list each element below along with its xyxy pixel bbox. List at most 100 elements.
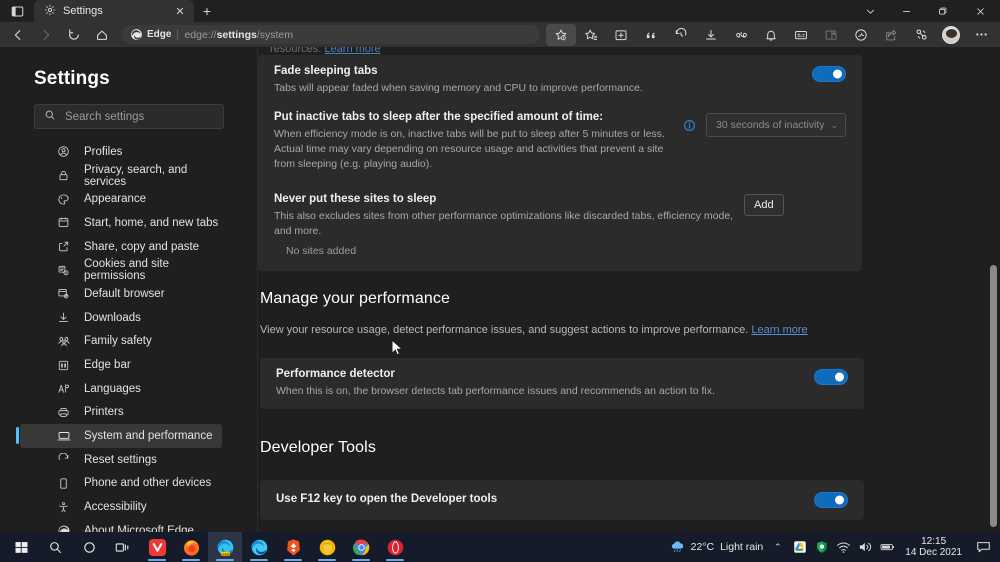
never-sleep-sites-title: Never put these sites to sleep xyxy=(274,193,437,205)
never-sleep-sites-text: Never put these sites to sleep This also… xyxy=(274,192,744,239)
sidebar-item-reset-settings[interactable]: Reset settings xyxy=(20,448,222,472)
notifications-icon[interactable] xyxy=(756,24,786,46)
battery-icon[interactable] xyxy=(880,540,895,555)
system-icon xyxy=(56,429,71,443)
learn-more-link[interactable]: Learn more xyxy=(324,47,380,55)
sidebar-item-profiles[interactable]: Profiles xyxy=(20,140,222,164)
sidebar-item-family-safety[interactable]: Family safety xyxy=(20,330,222,354)
sidebar-item-languages[interactable]: Languages xyxy=(20,377,222,401)
collections-icon[interactable] xyxy=(606,24,636,46)
new-tab-button[interactable]: + xyxy=(194,0,220,22)
cortana-icon[interactable] xyxy=(72,532,106,562)
favorite-star-icon[interactable] xyxy=(546,23,576,46)
fade-sleeping-tabs-toggle[interactable] xyxy=(812,66,846,82)
sidebar-item-label: Reset settings xyxy=(84,453,157,466)
chrome-taskbar-icon[interactable] xyxy=(344,532,378,562)
quote-citations-icon[interactable] xyxy=(636,24,666,46)
manage-performance-learn-more-link[interactable]: Learn more xyxy=(751,324,807,336)
inactive-timeout-select[interactable]: 30 seconds of inactivity ⌄ xyxy=(706,113,846,137)
tab-actions-icon[interactable] xyxy=(0,0,34,22)
sidebar-item-start-home-new-tabs[interactable]: Start, home, and new tabs xyxy=(20,211,222,235)
start-icon[interactable] xyxy=(4,532,38,562)
edge-taskbar-icon[interactable] xyxy=(242,532,276,562)
shield-icon[interactable] xyxy=(814,540,829,555)
add-site-button[interactable]: Add xyxy=(744,194,784,216)
sidebar-item-accessibility[interactable]: Accessibility xyxy=(20,495,222,519)
content-scrollbar[interactable] xyxy=(986,47,1000,532)
sidebar-item-system-and-performance[interactable]: System and performance xyxy=(16,424,222,448)
sidebar-item-label: Family safety xyxy=(84,335,152,348)
volume-icon[interactable] xyxy=(858,540,873,555)
downloads-icon[interactable] xyxy=(696,24,726,46)
download-icon xyxy=(56,311,71,324)
close-window-icon[interactable] xyxy=(960,0,1000,22)
profile-icon xyxy=(56,145,71,158)
tray-overflow-chevron-icon[interactable]: ⌃ xyxy=(770,540,785,555)
fade-sleeping-tabs-title: Fade sleeping tabs xyxy=(274,65,378,77)
address-bar[interactable]: Edge edge://settings/system xyxy=(122,25,540,44)
sidebar-item-cookies-site-permissions[interactable]: Cookies and site permissions xyxy=(20,258,222,282)
scrollbar-thumb[interactable] xyxy=(990,265,997,527)
minimize-icon[interactable] xyxy=(888,0,924,22)
edge-canary-taskbar-icon[interactable]: CAN xyxy=(208,532,242,562)
search-settings-box[interactable] xyxy=(34,104,224,129)
f12-key-row: Use F12 key to open the Developer tools xyxy=(260,480,864,520)
home-icon[interactable] xyxy=(88,24,116,46)
wifi-icon[interactable] xyxy=(836,540,851,555)
firefox-taskbar-icon[interactable] xyxy=(174,532,208,562)
notification-icon[interactable] xyxy=(972,540,994,554)
tab-dropdown-icon[interactable] xyxy=(852,0,888,22)
back-icon[interactable] xyxy=(4,24,32,46)
f12-key-toggle[interactable] xyxy=(814,492,848,508)
window-controls xyxy=(852,0,1000,22)
browser-essentials-icon[interactable] xyxy=(906,24,936,46)
drive-icon[interactable] xyxy=(792,540,807,555)
opera-gx-taskbar-icon[interactable] xyxy=(310,532,344,562)
family-icon xyxy=(56,334,71,348)
close-tab-icon[interactable]: ✕ xyxy=(173,4,187,18)
task-view-icon[interactable] xyxy=(106,532,140,562)
default-browser-icon xyxy=(56,287,71,300)
weather-widget[interactable]: 22°C Light rain xyxy=(670,540,763,555)
omnibox-url: edge://settings/system xyxy=(184,29,293,41)
profile-avatar-button[interactable] xyxy=(936,25,966,44)
sidebar-item-printers[interactable]: Printers xyxy=(20,401,222,425)
search-icon[interactable] xyxy=(38,532,72,562)
shopping-icon[interactable] xyxy=(726,24,756,46)
share-icon[interactable] xyxy=(876,24,906,46)
brave-taskbar-icon[interactable] xyxy=(276,532,310,562)
browser-tab-settings[interactable]: Settings ✕ xyxy=(34,0,194,22)
search-input[interactable] xyxy=(65,110,219,123)
maximize-icon[interactable] xyxy=(924,0,960,22)
tab-title: Settings xyxy=(63,5,103,17)
taskbar-clock[interactable]: 12:15 14 Dec 2021 xyxy=(902,536,965,558)
info-icon[interactable] xyxy=(682,118,696,132)
sidebar-item-phone-and-other-devices[interactable]: Phone and other devices xyxy=(20,472,222,496)
forward-icon[interactable] xyxy=(32,24,60,46)
home-page-icon xyxy=(56,216,71,229)
copilot-icon[interactable] xyxy=(846,24,876,46)
sidebar-item-downloads[interactable]: Downloads xyxy=(20,306,222,330)
inactive-timeout-row: Put inactive tabs to sleep after the spe… xyxy=(258,106,862,182)
sidebar-item-privacy-search-services[interactable]: Privacy, search, and services xyxy=(20,164,222,188)
vivaldi-taskbar-icon[interactable] xyxy=(140,532,174,562)
printer-icon xyxy=(56,406,71,419)
immersive-reader-icon[interactable] xyxy=(786,24,816,46)
omnibox-divider xyxy=(177,29,179,40)
url-path: /system xyxy=(256,28,294,41)
sidebar-item-share-copy-paste[interactable]: Share, copy and paste xyxy=(20,235,222,259)
refresh-icon[interactable] xyxy=(60,24,88,46)
fade-sleeping-tabs-text: Fade sleeping tabs Tabs will appear fade… xyxy=(274,64,812,96)
sidebar-item-appearance[interactable]: Appearance xyxy=(20,187,222,211)
favorites-list-icon[interactable] xyxy=(576,24,606,46)
sidebar-item-edge-bar[interactable]: Edge bar xyxy=(20,353,222,377)
history-icon[interactable] xyxy=(666,24,696,46)
settings-and-more-icon[interactable] xyxy=(966,24,996,46)
sidebar-item-label: Privacy, search, and services xyxy=(84,163,188,188)
f12-key-title: Use F12 key to open the Developer tools xyxy=(276,493,498,505)
browser-toolbar: Edge edge://settings/system xyxy=(0,22,1000,47)
split-screen-icon[interactable] xyxy=(816,24,846,46)
performance-detector-toggle[interactable] xyxy=(814,369,848,385)
sidebar-item-default-browser[interactable]: Default browser xyxy=(20,282,222,306)
opera-taskbar-icon[interactable] xyxy=(378,532,412,562)
